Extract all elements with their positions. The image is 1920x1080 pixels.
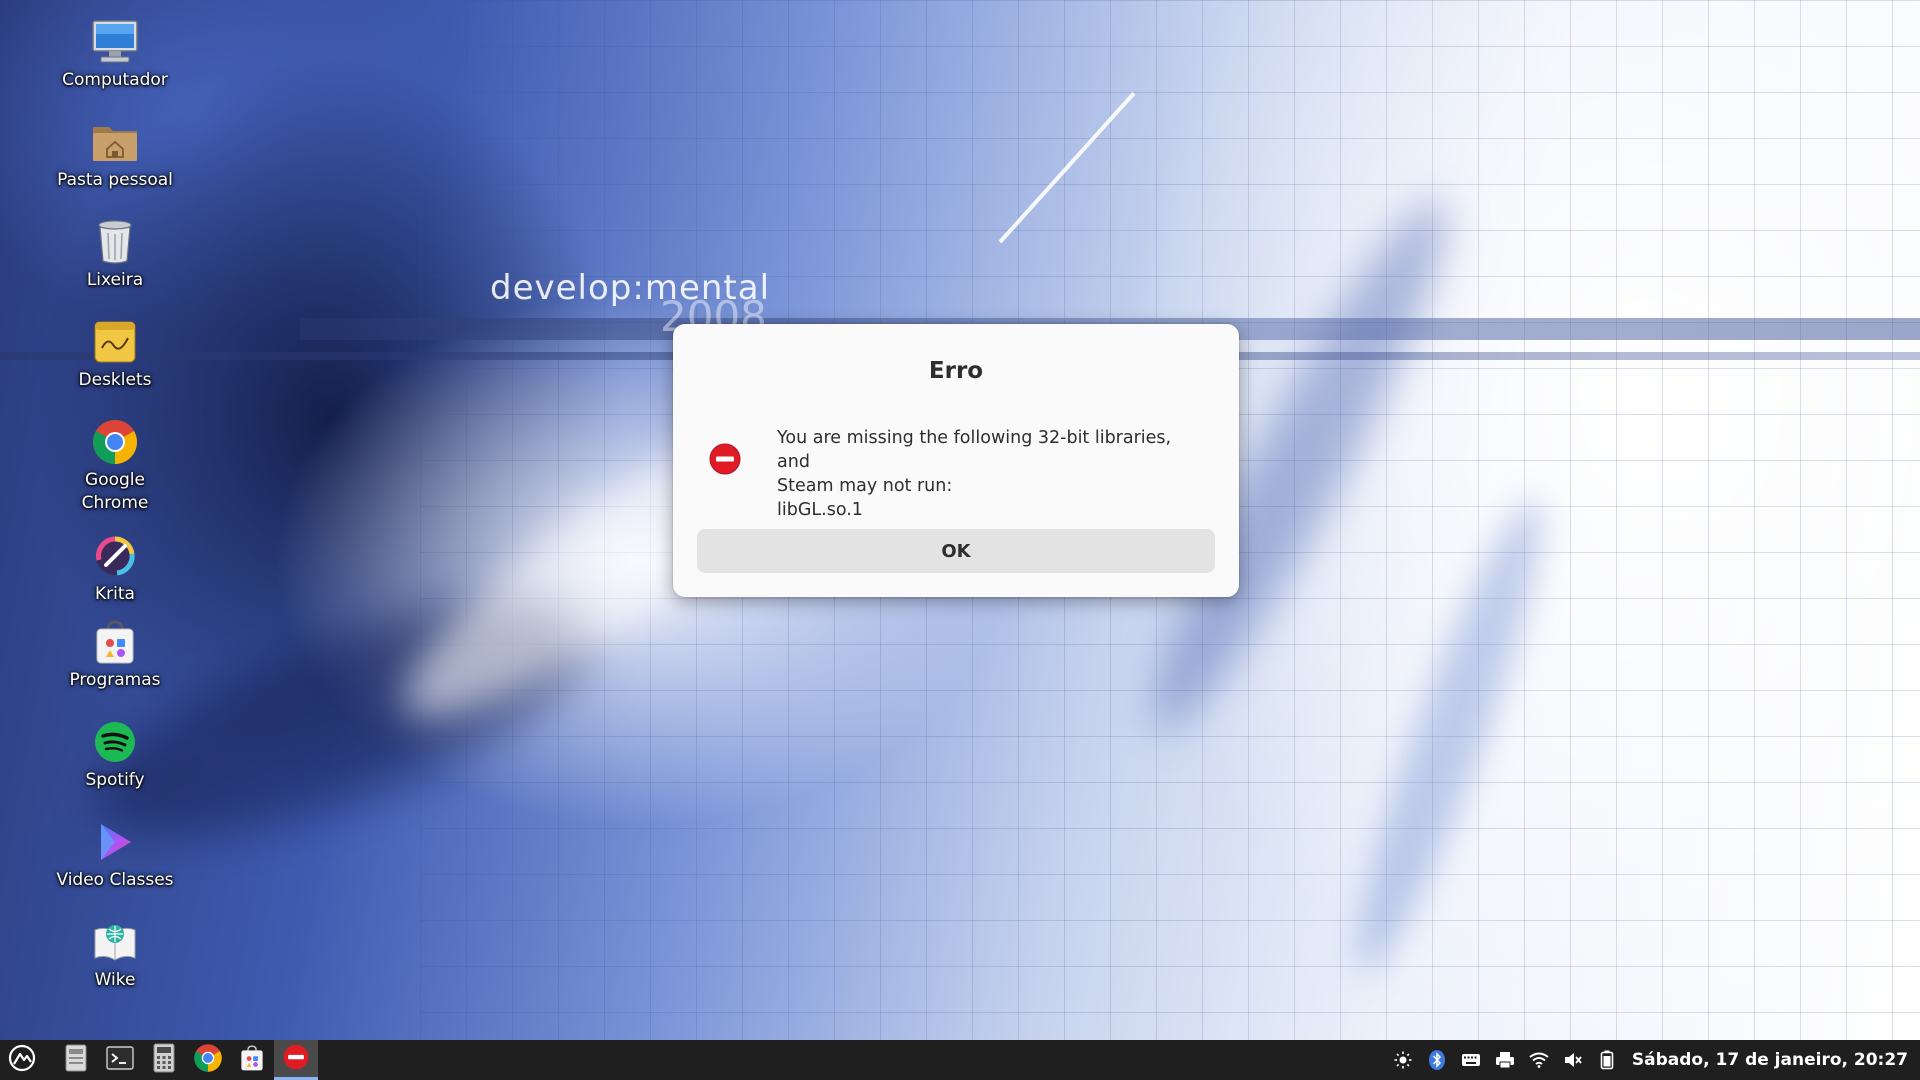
chrome-icon: [193, 1043, 223, 1077]
desktop-icon-label: Computador: [62, 70, 168, 90]
desklets-icon: [91, 318, 139, 366]
terminal-icon: [106, 1045, 134, 1075]
file-manager-icon: [63, 1043, 89, 1077]
computer-icon: [91, 18, 139, 66]
desktop-icon-label: Krita: [95, 584, 135, 604]
video-classes-icon: [91, 818, 139, 866]
taskbar: Sábado, 17 de janeiro, 20:27: [0, 1040, 1920, 1080]
desktop-icon-label: Video Classes: [56, 870, 174, 890]
desktop-icon-label: Desklets: [78, 370, 152, 390]
wallpaper-text: develop:mental: [490, 268, 771, 308]
desktop-icon-google-chrome[interactable]: Google Chrome: [50, 418, 180, 515]
desktop-icon-lixeira[interactable]: Lixeira: [50, 218, 180, 292]
taskbar-software-store[interactable]: [230, 1040, 274, 1080]
desktop-icon-label: Wike: [94, 970, 136, 990]
error-window-icon: [282, 1043, 310, 1075]
system-tray: Sábado, 17 de janeiro, 20:27: [1386, 1040, 1920, 1080]
keyboard-icon[interactable]: [1454, 1040, 1488, 1080]
ok-button[interactable]: OK: [697, 529, 1215, 573]
taskbar-error-window[interactable]: [274, 1040, 318, 1080]
error-icon: [709, 443, 741, 475]
desktop-icon-programas[interactable]: Programas: [50, 618, 180, 692]
desktop-icon-wike[interactable]: Wike: [50, 918, 180, 992]
software-store-icon: [91, 618, 139, 666]
taskbar-terminal[interactable]: [98, 1040, 142, 1080]
taskbar-calculator[interactable]: [142, 1040, 186, 1080]
software-store-icon: [239, 1044, 265, 1076]
desktop-icon-label: Lixeira: [86, 270, 144, 290]
home-folder-icon: [91, 118, 139, 166]
desktop-icon-spotify[interactable]: Spotify: [50, 718, 180, 792]
spotify-icon: [91, 718, 139, 766]
battery-icon[interactable]: [1590, 1040, 1624, 1080]
error-dialog: Erro You are missing the following 32-bi…: [673, 324, 1239, 597]
desktop-icon-pasta-pessoal[interactable]: Pasta pessoal: [50, 118, 180, 192]
dialog-message-line: You are missing the following 32-bit lib…: [777, 428, 1172, 472]
calculator-icon: [152, 1043, 176, 1077]
taskbar-file-manager[interactable]: [54, 1040, 98, 1080]
missing-library: libGL.so.1: [777, 500, 863, 520]
dialog-message: You are missing the following 32-bit lib…: [777, 426, 1207, 522]
desktop-icon-desklets[interactable]: Desklets: [50, 318, 180, 392]
krita-icon: [91, 532, 139, 580]
menu-button[interactable]: [0, 1040, 44, 1080]
desktop-icon-video-classes[interactable]: Video Classes: [50, 818, 180, 892]
trash-icon: [91, 218, 139, 266]
desktop-icon-label: Pasta pessoal: [57, 170, 173, 190]
dialog-message-line: Steam may not run:: [777, 476, 953, 496]
brightness-icon[interactable]: [1386, 1040, 1420, 1080]
wifi-icon[interactable]: [1522, 1040, 1556, 1080]
menu-icon: [8, 1044, 36, 1076]
taskbar-clock[interactable]: Sábado, 17 de janeiro, 20:27: [1624, 1050, 1920, 1070]
desktop-icon-label: Google Chrome: [81, 470, 149, 513]
desktop-icon-computador[interactable]: Computador: [50, 18, 180, 92]
wike-icon: [91, 918, 139, 966]
desktop-icon-krita[interactable]: Krita: [50, 532, 180, 606]
taskbar-chrome[interactable]: [186, 1040, 230, 1080]
chrome-icon: [91, 418, 139, 466]
dialog-title: Erro: [928, 358, 984, 384]
desktop-icon-label: Spotify: [85, 770, 145, 790]
desktop-icon-label: Programas: [69, 670, 161, 690]
printer-icon[interactable]: [1488, 1040, 1522, 1080]
volume-muted-icon[interactable]: [1556, 1040, 1590, 1080]
bluetooth-icon[interactable]: [1420, 1040, 1454, 1080]
